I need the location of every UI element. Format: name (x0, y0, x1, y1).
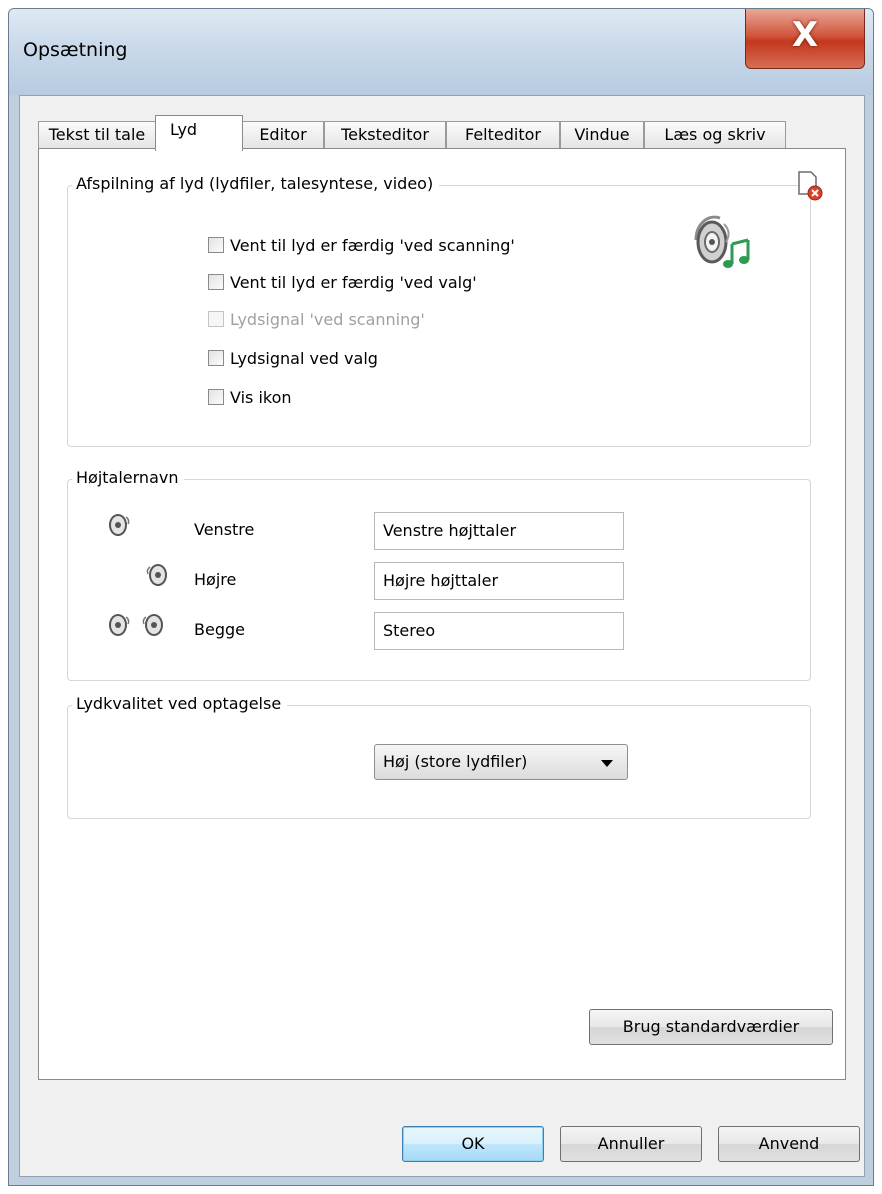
checkbox-label: Vent til lyd er færdig 'ved scanning' (230, 235, 515, 255)
show-icon-checkbox[interactable]: Vis ikon (208, 386, 292, 408)
playback-group: Afspilning af lyd (lydfiler, talesyntese… (67, 171, 823, 447)
speaker-both-icon (109, 614, 163, 636)
sound-signal-choice-checkbox[interactable]: Lydsignal ved valg (208, 347, 378, 369)
tab-felteditor[interactable]: Felteditor (446, 121, 560, 149)
disable-sound-icon[interactable] (796, 170, 824, 202)
apply-button[interactable]: Anvend (718, 1126, 860, 1162)
sound-signal-scanning-checkbox: Lydsignal 'ved scanning' (208, 308, 425, 330)
speaker-right-name-input[interactable]: Højre højttaler (374, 562, 624, 600)
close-button[interactable]: X (745, 9, 865, 69)
recording-quality-select[interactable]: Høj (store lydfiler) (374, 744, 628, 780)
speaker-names-group-title: Højtalernavn (72, 468, 185, 487)
tab-panel-lyd: Afspilning af lyd (lydfiler, talesyntese… (38, 148, 846, 1080)
speaker-left-label: Venstre (194, 520, 255, 539)
checkbox-label: Vent til lyd er færdig 'ved valg' (230, 272, 477, 292)
wait-sound-choice-checkbox[interactable]: Vent til lyd er færdig 'ved valg' (208, 271, 477, 293)
speaker-left-name-input[interactable]: Venstre højttaler (374, 512, 624, 550)
use-defaults-button[interactable]: Brug standardværdier (589, 1009, 833, 1045)
checkbox-box[interactable] (208, 237, 224, 253)
title-bar[interactable]: Opsætning X (9, 9, 873, 95)
tab-editor[interactable]: Editor (242, 121, 324, 149)
settings-dialog: Opsætning X Tekst til tale Lyd Editor Te… (8, 8, 874, 1186)
recording-quality-value: Høj (store lydfiler) (383, 752, 528, 771)
speaker-names-group: Højtalernavn Venstre Venstre højttaler H… (67, 468, 811, 681)
speaker-both-name-input[interactable]: Stereo (374, 612, 624, 650)
speaker-left-icon (109, 514, 130, 536)
checkbox-box[interactable] (208, 389, 224, 405)
tab-lyd[interactable]: Lyd (155, 115, 243, 151)
close-icon: X (791, 15, 819, 55)
checkbox-box[interactable] (208, 350, 224, 366)
checkbox-label: Vis ikon (230, 387, 292, 407)
tab-teksteditor[interactable]: Teksteditor (324, 121, 446, 149)
recording-quality-group: Lydkvalitet ved optagelse Høj (store lyd… (67, 694, 811, 819)
ok-button[interactable]: OK (402, 1126, 544, 1162)
cancel-button[interactable]: Annuller (560, 1126, 702, 1162)
speaker-right-icon (146, 564, 167, 586)
playback-group-title: Afspilning af lyd (lydfiler, talesyntese… (72, 174, 440, 193)
speaker-right-label: Højre (194, 570, 237, 589)
recording-quality-group-title: Lydkvalitet ved optagelse (72, 694, 288, 713)
wait-sound-scanning-checkbox[interactable]: Vent til lyd er færdig 'ved scanning' (208, 234, 515, 256)
checkbox-label: Lydsignal 'ved scanning' (230, 309, 425, 329)
window-title: Opsætning (23, 39, 128, 61)
dialog-client: Tekst til tale Lyd Editor Teksteditor Fe… (19, 95, 865, 1177)
checkbox-box (208, 311, 224, 327)
tab-vindue[interactable]: Vindue (560, 121, 644, 149)
speaker-both-label: Begge (194, 620, 245, 639)
tab-laes-og-skriv[interactable]: Læs og skriv (644, 121, 786, 149)
checkbox-box[interactable] (208, 274, 224, 290)
checkbox-label: Lydsignal ved valg (230, 348, 378, 368)
tab-tekst-til-tale[interactable]: Tekst til tale (38, 121, 156, 149)
speaker-music-icon (694, 215, 750, 268)
chevron-down-icon (601, 760, 613, 767)
